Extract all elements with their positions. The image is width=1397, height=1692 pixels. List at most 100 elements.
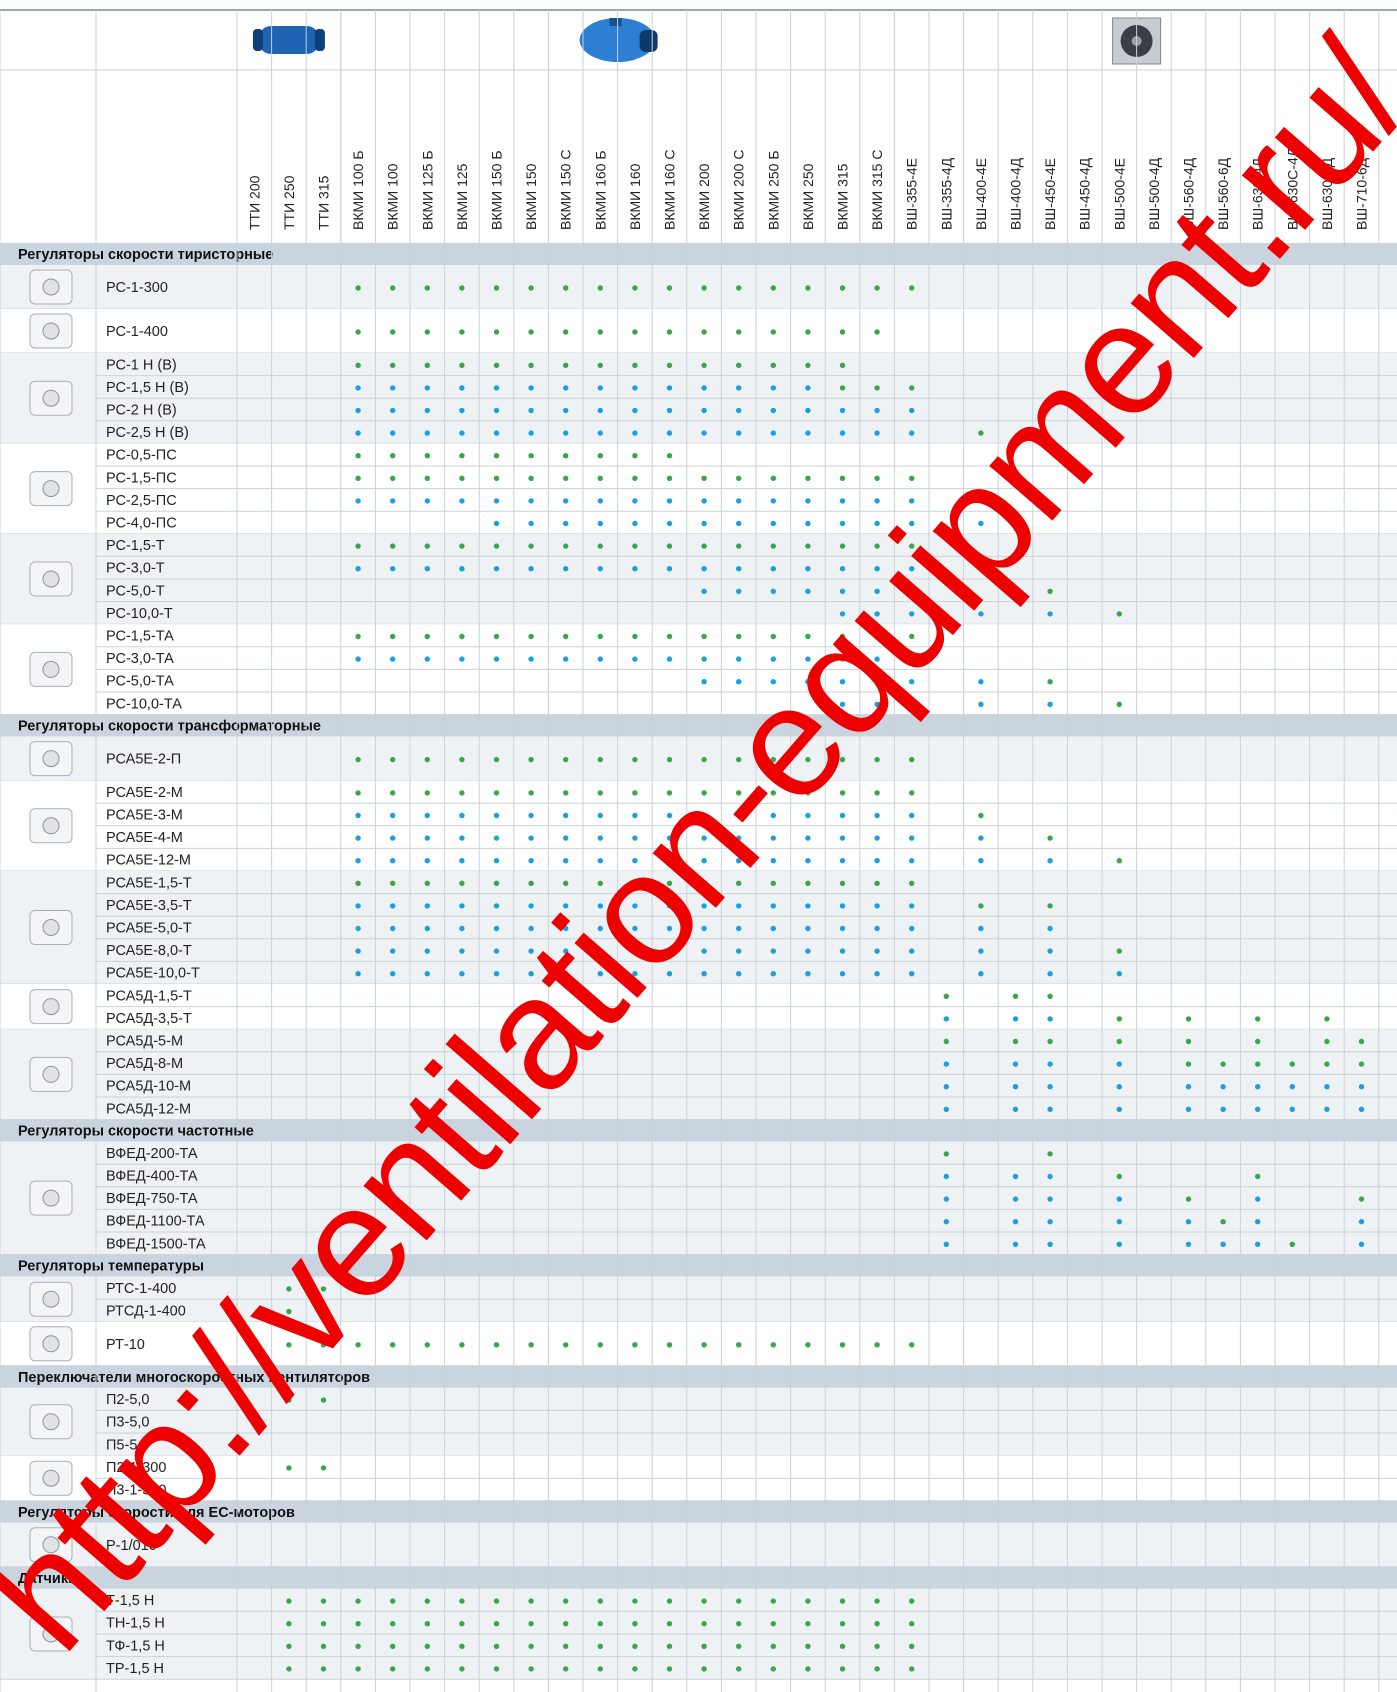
- compat-dot: [424, 756, 430, 763]
- compat-dot: [459, 430, 465, 436]
- compat-dot: [355, 880, 361, 886]
- fan-flange: [314, 29, 325, 51]
- compat-dot: [459, 407, 465, 414]
- icon-knob: [42, 322, 60, 340]
- compat-dot: [736, 948, 742, 954]
- compat-dot: [597, 656, 603, 662]
- compat-dot: [1047, 903, 1053, 909]
- compat-dot: [563, 475, 569, 481]
- compat-dot: [1185, 1241, 1192, 1248]
- compat-dot: [1047, 1061, 1053, 1067]
- compat-dot: [390, 1621, 396, 1627]
- blue-box-controller-icon: [29, 808, 73, 844]
- model-name: РСА5Е-2-М: [106, 785, 183, 801]
- compat-dot: [390, 498, 396, 504]
- compat-dot: [355, 656, 361, 662]
- compat-dot: [355, 812, 361, 819]
- compat-dot: [736, 498, 742, 504]
- compat-dot: [978, 948, 984, 954]
- compat-dot: [1358, 1061, 1365, 1067]
- compat-dot: [943, 1173, 949, 1180]
- compat-dot: [805, 925, 811, 932]
- compat-dot: [632, 1342, 638, 1348]
- compat-dot: [424, 543, 430, 549]
- compat-dot: [390, 858, 396, 864]
- compat-dot: [493, 1342, 500, 1348]
- compat-dot: [839, 385, 846, 391]
- compat-dot: [978, 925, 984, 932]
- compat-dot: [563, 1342, 569, 1348]
- compat-dot: [632, 1666, 638, 1672]
- compat-dot: [1116, 1196, 1123, 1202]
- compat-dot: [909, 1342, 915, 1348]
- model-name: РТС-1-400: [106, 1281, 176, 1297]
- model-name: РС-2,5 Н (В): [106, 425, 189, 441]
- compat-dot: [493, 633, 500, 640]
- column-header: ТТИ 200: [246, 175, 262, 230]
- product-group: РС-1,5-Т РС-3,0-Т РС-5,0-Т РС-10,0-Т: [0, 533, 1397, 625]
- icon-knob: [42, 919, 60, 936]
- compat-dot: [736, 1598, 742, 1604]
- column-header: ВКМИ 150 С: [558, 150, 574, 230]
- model-name: РС-10,0-ТА: [106, 696, 182, 712]
- compat-dot: [770, 475, 776, 481]
- compat-dot: [1047, 1106, 1053, 1113]
- compat-dot: [909, 385, 915, 391]
- compat-dot: [493, 812, 500, 819]
- product-group: РС-1,5-ТА РС-3,0-ТА РС-5,0-ТА РС-10,0-ТА: [0, 624, 1397, 716]
- compat-dot: [563, 1621, 569, 1627]
- compat-dot: [1116, 1016, 1123, 1022]
- compat-dot: [701, 633, 707, 640]
- compat-dot: [770, 543, 776, 549]
- icon-knob: [42, 1189, 60, 1207]
- compat-dot: [1255, 1196, 1261, 1202]
- column-header: ВКМИ 160 С: [662, 150, 678, 230]
- icon-knob: [42, 1413, 60, 1431]
- compat-dot: [943, 1151, 949, 1157]
- compat-dot: [1047, 948, 1053, 954]
- compat-dot: [424, 1342, 430, 1348]
- compat-dot: [355, 1621, 361, 1627]
- compat-dot: [1116, 611, 1123, 617]
- product-group: Т-1,5 НТН-1,5 НТФ-1,5 НТР-1,5 Н: [0, 1588, 1397, 1680]
- compat-dot: [701, 407, 707, 414]
- compat-dot: [390, 362, 396, 368]
- compat-dot: [1116, 971, 1123, 977]
- compat-dot: [839, 925, 846, 932]
- compat-dot: [1324, 1061, 1330, 1067]
- column-header: ТТИ 250: [281, 175, 297, 230]
- model-name: РС-3,0-ТА: [106, 651, 174, 667]
- compat-dot: [424, 835, 430, 841]
- compat-dot: [632, 329, 638, 335]
- icon-knob: [42, 817, 60, 835]
- compat-dot: [909, 1621, 915, 1627]
- compat-dot: [424, 948, 430, 954]
- compat-dot: [874, 475, 880, 481]
- compat-dot: [943, 1061, 949, 1067]
- compat-dot: [666, 520, 673, 527]
- compat-dot: [805, 520, 811, 527]
- column-header: ВКМИ 160: [627, 163, 643, 230]
- model-name: ТР-1,5 Н: [106, 1661, 164, 1677]
- compat-dot: [390, 1598, 396, 1604]
- compat-dot: [632, 362, 638, 368]
- compat-dot: [563, 329, 569, 335]
- compat-dot: [424, 1643, 430, 1650]
- compat-dot: [770, 362, 776, 368]
- compat-dot: [1012, 1084, 1019, 1090]
- compat-dot: [563, 566, 569, 572]
- icon-knob: [42, 278, 60, 296]
- compat-dot: [909, 858, 915, 864]
- compat-dot: [493, 835, 500, 841]
- column-header: ВКМИ 150: [523, 163, 539, 230]
- compat-dot: [424, 566, 430, 572]
- compat-dot: [493, 475, 500, 481]
- model-name: РСА5Е-2-П: [106, 752, 181, 768]
- compat-dot: [805, 407, 811, 414]
- model-name: РС-0,5-ПС: [106, 448, 177, 464]
- compat-dot: [874, 1598, 880, 1604]
- compat-dot: [874, 812, 880, 819]
- model-name: ВФЕД-400-ТА: [106, 1169, 198, 1185]
- compat-dot: [805, 385, 811, 391]
- compat-dot: [528, 1643, 534, 1650]
